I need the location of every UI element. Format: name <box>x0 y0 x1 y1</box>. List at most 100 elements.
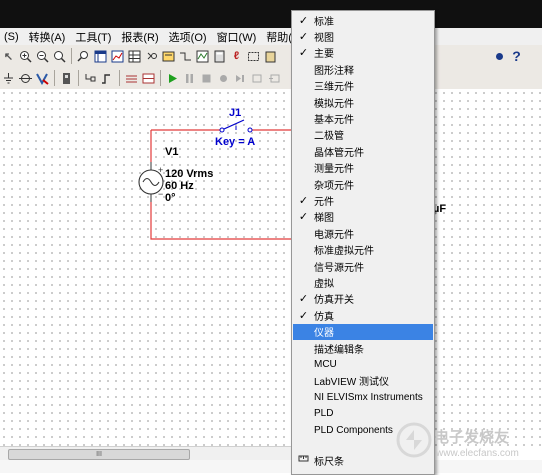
calculator-icon[interactable] <box>212 49 227 64</box>
pause-simulation-icon[interactable] <box>182 71 197 86</box>
menu-place[interactable]: (S) <box>0 31 25 43</box>
context-menu-item-label: 三维元件 <box>314 82 354 94</box>
context-menu-item[interactable]: 晶体管元件 <box>293 143 433 159</box>
title-bar <box>0 0 542 28</box>
step-over-icon[interactable] <box>250 71 265 86</box>
context-menu-item[interactable]: 三维元件 <box>293 78 433 94</box>
connector-icon[interactable] <box>83 71 98 86</box>
menu-bar: (S) 转换(A) 工具(T) 报表(R) 选项(O) 窗口(W) 帮助(H) <box>0 28 304 45</box>
context-menu-item[interactable]: 基本元件 <box>293 110 433 126</box>
context-menu-item-label: 仿真开关 <box>314 295 354 307</box>
rlc-icon[interactable]: ℓ <box>229 49 244 64</box>
context-menu-item[interactable]: 图形注释 <box>293 61 433 77</box>
analysis-dropdown-icon[interactable] <box>195 49 210 64</box>
wire-tool-icon[interactable] <box>178 49 193 64</box>
context-menu-item[interactable]: 电源元件 <box>293 225 433 241</box>
scrollbar-thumb[interactable]: III <box>8 449 190 460</box>
checkmark-icon: ✓ <box>298 293 309 306</box>
context-menu-item-label: 梯图 <box>314 213 334 225</box>
context-menu-item[interactable]: ✓ 仿真 <box>293 307 433 323</box>
probe-icon[interactable] <box>18 71 33 86</box>
context-menu-item[interactable]: 信号源元件 <box>293 258 433 274</box>
context-menu-item[interactable]: LabVIEW 测试仪 <box>293 373 433 389</box>
context-menu-item-label: PLD <box>314 408 334 420</box>
context-menu-item-label: 标尺条 <box>314 456 344 468</box>
context-menu-item[interactable]: ✓ 梯图 <box>293 209 433 225</box>
transistor-icon[interactable] <box>59 71 74 86</box>
context-menu-item[interactable]: MCU <box>293 356 433 372</box>
step-icon[interactable] <box>233 71 248 86</box>
menu-window[interactable]: 窗口(W) <box>213 29 263 45</box>
context-menu-item[interactable]: ✓ 仿真开关 <box>293 291 433 307</box>
zoom-area-icon[interactable] <box>52 49 67 64</box>
spreadsheet-icon[interactable] <box>93 49 108 64</box>
context-menu-item-label: 电源元件 <box>314 229 354 241</box>
toolbar-separator <box>78 70 79 86</box>
context-menu-item[interactable]: 测量元件 <box>293 160 433 176</box>
menu-reports[interactable]: 报表(R) <box>117 29 164 45</box>
bus-icon[interactable] <box>124 71 139 86</box>
context-menu-item-label: 标准虚拟元件 <box>314 246 374 258</box>
context-menu-item-label: 测量元件 <box>314 164 354 176</box>
hierarchy-icon[interactable] <box>35 71 50 86</box>
context-menu-item[interactable]: NI ELVISmx Instruments <box>293 389 433 405</box>
menu-tools[interactable]: 工具(T) <box>71 29 117 45</box>
context-menu-item[interactable]: 杂项元件 <box>293 176 433 192</box>
checkmark-icon: ✓ <box>298 47 309 60</box>
svg-text:−: − <box>158 189 163 199</box>
breakpoint-icon[interactable] <box>216 71 231 86</box>
ground-icon[interactable] <box>1 71 16 86</box>
horizontal-scrollbar[interactable]: III <box>0 446 300 461</box>
context-menu-item-label: 主要 <box>314 49 334 61</box>
step-out-icon[interactable] <box>267 71 282 86</box>
checkmark-icon: ✓ <box>298 14 309 27</box>
component-wizard-icon[interactable] <box>144 49 159 64</box>
database-icon[interactable] <box>127 49 142 64</box>
pan-icon[interactable]: ↖ <box>1 49 16 64</box>
toolbar-context-menu: ✓ 标准 ✓ 视图 ✓ 主要 图形注释 三维元件 模拟元件 基本元件 二极管 晶体管元件 测量元件 杂项元… <box>291 10 435 475</box>
context-menu-item-label: 信号源元件 <box>314 262 364 274</box>
context-menu-item[interactable]: 描述编辑条 <box>293 340 433 356</box>
help-icon[interactable]: ? <box>509 48 524 64</box>
context-menu-item[interactable]: 标准虚拟元件 <box>293 242 433 258</box>
main-toolbar: ↖ ℓ <box>0 45 300 68</box>
context-menu-item-label: 模拟元件 <box>314 98 354 110</box>
context-menu-item[interactable]: 二极管 <box>293 127 433 143</box>
capacitor-unit-label: µF <box>433 203 446 215</box>
run-simulation-icon[interactable] <box>165 71 180 86</box>
postprocessor-icon[interactable] <box>161 49 176 64</box>
context-menu-item-label: LabVIEW 测试仪 <box>314 377 390 389</box>
context-menu-item-label: 晶体管元件 <box>314 147 364 159</box>
context-menu-item[interactable]: ✓ 主要 <box>293 45 433 61</box>
context-menu-item[interactable]: 仪器 <box>293 323 433 340</box>
toolbar-right-row2 <box>432 67 542 89</box>
context-menu-item[interactable]: 模拟元件 <box>293 94 433 110</box>
menu-options[interactable]: 选项(O) <box>165 29 213 45</box>
context-menu-item-label: 二极管 <box>314 131 344 143</box>
checkmark-icon: ✓ <box>298 194 309 207</box>
zoom-out-icon[interactable] <box>35 49 50 64</box>
paste-icon[interactable] <box>263 49 278 64</box>
grapher-icon[interactable] <box>110 49 125 64</box>
ac-source-v1[interactable]: + − <box>138 162 164 202</box>
context-menu-item[interactable]: ✓ 元件 <box>293 192 433 208</box>
zoom-in-icon[interactable] <box>18 49 33 64</box>
toolbar-separator <box>54 70 55 86</box>
menu-bar-right <box>432 28 542 45</box>
frame-icon[interactable] <box>246 49 261 64</box>
stop-simulation-icon[interactable] <box>199 71 214 86</box>
list-icon[interactable] <box>141 71 156 86</box>
menu-transfer[interactable]: 转换(A) <box>25 29 72 45</box>
checkmark-icon: ✓ <box>298 211 309 224</box>
context-menu-item[interactable]: ✓ 视图 <box>293 28 433 44</box>
context-menu-item-label: 图形注释 <box>314 65 354 77</box>
search-icon[interactable] <box>76 49 91 64</box>
context-menu-item[interactable]: 虚拟 <box>293 274 433 290</box>
context-menu-item-label: 基本元件 <box>314 114 354 126</box>
elecfans-watermark: 电子发烧友 www.elecfans.com <box>396 422 519 459</box>
context-menu-item[interactable]: ✓ 标准 <box>293 12 433 28</box>
switch-j1[interactable] <box>219 119 253 133</box>
hand-cursor-icon[interactable] <box>492 49 507 64</box>
pulse-icon[interactable] <box>100 71 115 86</box>
switch-ref-label: J1 <box>229 107 241 119</box>
